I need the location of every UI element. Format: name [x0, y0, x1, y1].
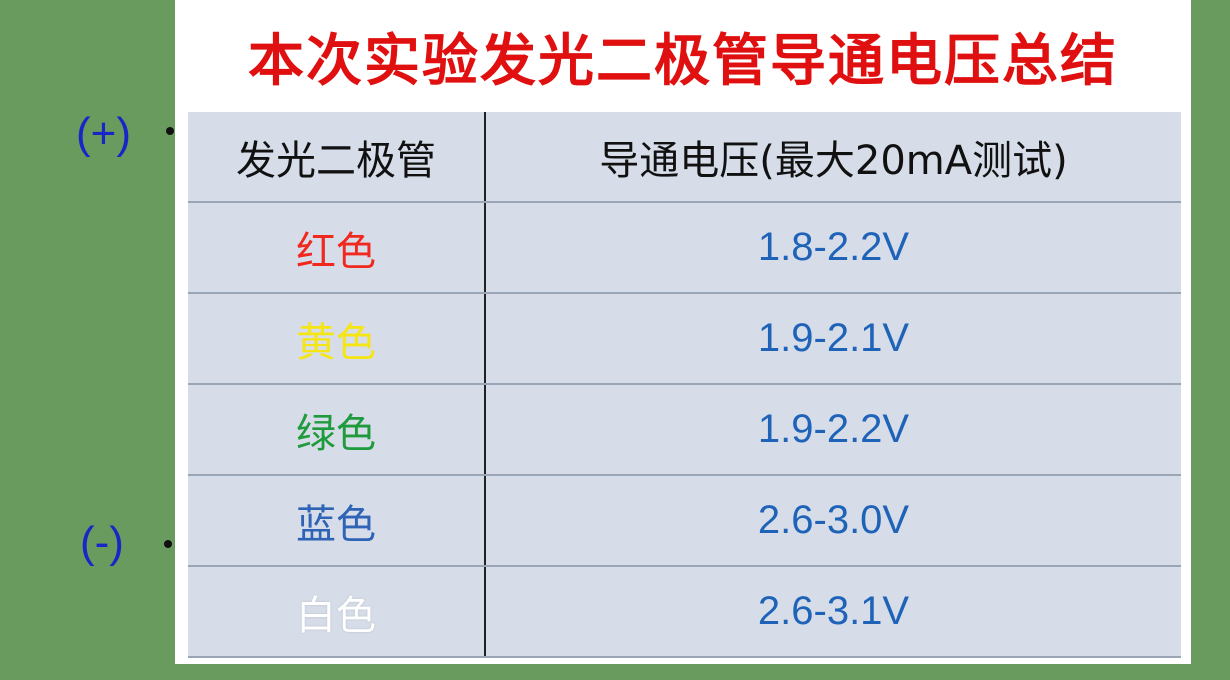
- led-color-name: 绿色: [188, 384, 486, 476]
- table-row: 白色 2.6-3.1V: [188, 566, 1181, 658]
- forward-voltage: 2.6-3.0V: [485, 475, 1181, 567]
- led-color-name: 蓝色: [188, 475, 486, 567]
- led-color-name: 黄色: [188, 293, 486, 385]
- negative-terminal-dot: [164, 540, 172, 548]
- forward-voltage: 1.9-2.2V: [485, 384, 1181, 476]
- slide-title: 本次实验发光二极管导通电压总结: [248, 29, 1118, 94]
- table-header-row: 发光二极管 导通电压(最大20mA测试): [188, 112, 1181, 203]
- table-row: 绿色 1.9-2.2V: [188, 384, 1181, 476]
- forward-voltage: 2.6-3.1V: [485, 566, 1181, 658]
- forward-voltage: 1.9-2.1V: [485, 293, 1181, 385]
- led-color-name: 红色: [188, 202, 486, 294]
- table-row: 黄色 1.9-2.1V: [188, 293, 1181, 385]
- negative-terminal-label: (-): [80, 518, 124, 567]
- header-voltage: 导通电压(最大20mA测试): [485, 112, 1181, 203]
- positive-terminal-label: (+): [76, 109, 131, 158]
- header-led: 发光二极管: [188, 112, 486, 203]
- led-voltage-table: 发光二极管 导通电压(最大20mA测试) 红色 1.8-2.2V 黄色 1.9-2.1…: [188, 112, 1181, 658]
- led-color-name: 白色: [188, 566, 486, 658]
- positive-terminal-dot: [166, 127, 174, 135]
- table-row: 红色 1.8-2.2V: [188, 202, 1181, 294]
- forward-voltage: 1.8-2.2V: [485, 202, 1181, 294]
- slide-card: 本次实验发光二极管导通电压总结 发光二极管 导通电压(最大20mA测试) 红色 1…: [175, 0, 1191, 664]
- table-row: 蓝色 2.6-3.0V: [188, 475, 1181, 567]
